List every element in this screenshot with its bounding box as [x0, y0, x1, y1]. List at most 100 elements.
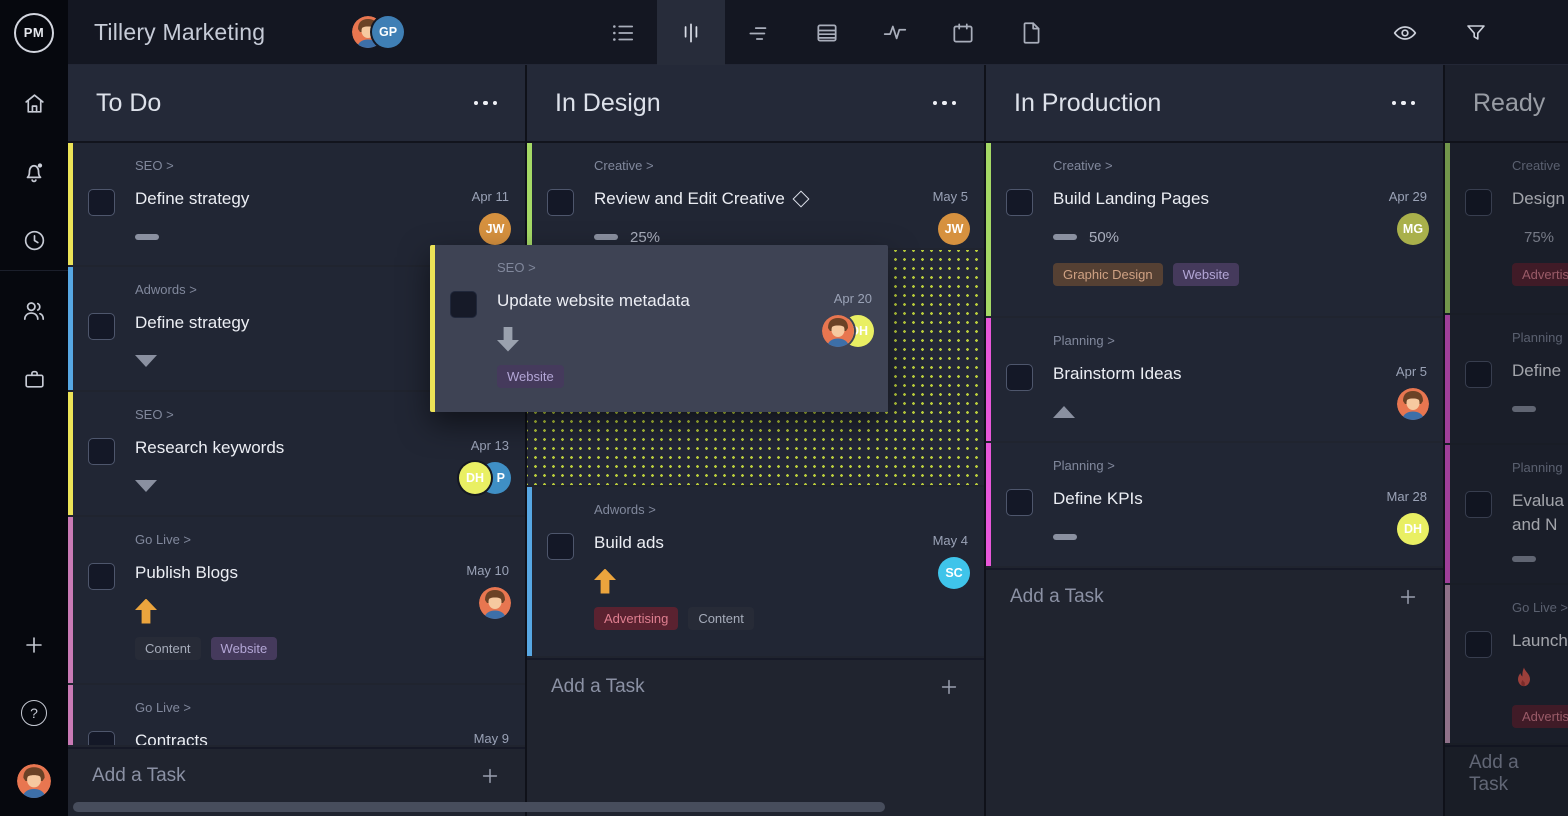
left-sidebar: ? [0, 65, 68, 816]
task-checkbox[interactable] [88, 438, 115, 465]
sidebar-item-profile[interactable] [0, 761, 68, 801]
sidebar-divider [0, 270, 68, 271]
task-assignees: DH P [459, 462, 511, 494]
task-breadcrumb[interactable]: Creative > [594, 158, 968, 173]
add-task-button[interactable]: Add a Task [1445, 745, 1568, 800]
tab-gantt-view[interactable] [725, 0, 793, 65]
app-window: PM Tillery Marketing GP [0, 0, 1568, 816]
task-card[interactable]: Planning > Brainstorm Ideas Apr 5 [986, 318, 1443, 441]
tag: Website [497, 365, 564, 388]
horizontal-scrollbar-thumb[interactable] [73, 802, 885, 812]
column-header: Ready [1445, 65, 1568, 143]
task-breadcrumb[interactable]: SEO > [497, 260, 872, 275]
task-card[interactable]: Planning > Define KPIs Mar 28 DH [986, 443, 1443, 566]
avatar-photo [1397, 388, 1429, 420]
task-checkbox[interactable] [1006, 364, 1033, 391]
tab-files-view[interactable] [997, 0, 1065, 65]
task-breadcrumb[interactable]: Creative > [1053, 158, 1427, 173]
progress-dash-icon [135, 234, 159, 240]
task-due-date: May 9 [474, 731, 509, 745]
sidebar-item-time[interactable] [0, 220, 68, 260]
milestone-diamond-icon [792, 191, 809, 208]
task-checkbox[interactable] [1465, 361, 1492, 388]
task-breadcrumb[interactable]: Planning [1512, 330, 1552, 345]
task-checkbox[interactable] [1465, 631, 1492, 658]
sidebar-item-help[interactable]: ? [0, 693, 68, 733]
task-checkbox[interactable] [88, 731, 115, 745]
task-checkbox[interactable] [1465, 189, 1492, 216]
task-breadcrumb[interactable]: Go Live > [1512, 600, 1552, 615]
task-card[interactable]: Adwords > Build ads Advertising Content … [527, 487, 984, 656]
sidebar-item-home[interactable] [0, 83, 68, 123]
add-task-button[interactable]: Add a Task [527, 658, 984, 713]
task-breadcrumb[interactable]: SEO > [135, 158, 509, 173]
task-due-date: Mar 28 [1387, 489, 1427, 504]
progress-dash-icon [1053, 234, 1077, 240]
plus-icon [479, 765, 501, 787]
task-title: Brainstorm Ideas [1053, 362, 1182, 386]
task-breadcrumb[interactable]: Planning > [1053, 333, 1427, 348]
task-breadcrumb[interactable]: Adwords > [594, 502, 968, 517]
column-menu-button[interactable] [474, 101, 498, 106]
app-logo[interactable]: PM [0, 0, 68, 65]
task-breadcrumb[interactable]: Go Live > [135, 532, 509, 547]
filter-funnel-icon [1464, 21, 1488, 45]
task-checkbox[interactable] [1006, 489, 1033, 516]
column-header: In Production [986, 65, 1443, 143]
sidebar-item-notifications[interactable] [0, 152, 68, 192]
task-card[interactable]: Creative Design 75% Advertis [1445, 143, 1568, 313]
dragged-task-card[interactable]: SEO > Update website metadata Website Ap… [430, 245, 888, 412]
sidebar-item-portfolio[interactable] [0, 359, 68, 399]
column-menu-button[interactable] [1392, 101, 1416, 106]
tab-list-view[interactable] [589, 0, 657, 65]
task-checkbox[interactable] [1465, 491, 1492, 518]
add-task-button[interactable]: Add a Task [68, 747, 525, 802]
task-title: Define [1512, 359, 1561, 383]
add-task-button[interactable]: Add a Task [986, 568, 1443, 623]
task-due-date: Apr 11 [472, 189, 509, 204]
project-title: Tillery Marketing [94, 0, 265, 65]
task-breadcrumb[interactable]: Planning [1512, 460, 1552, 475]
task-card[interactable]: Planning Evalua and N [1445, 445, 1568, 583]
task-due-date: Apr 13 [471, 438, 509, 453]
tab-calendar-view[interactable] [929, 0, 997, 65]
priority-medium-icon [1053, 406, 1075, 418]
task-card[interactable]: Planning Define [1445, 315, 1568, 443]
task-checkbox[interactable] [1006, 189, 1033, 216]
task-card[interactable]: Go Live > Contracts May 9 [68, 685, 525, 745]
task-card[interactable]: Creative > Review and Edit Creative 25% … [527, 143, 984, 248]
list-view-icon [610, 20, 636, 46]
visibility-button[interactable] [1392, 20, 1418, 46]
task-assignees: JW [479, 213, 511, 245]
column-header: In Design [527, 65, 984, 143]
priority-low-icon [135, 355, 157, 367]
task-card[interactable]: Creative > Build Landing Pages 50% Graph… [986, 143, 1443, 316]
sidebar-item-add[interactable] [0, 625, 68, 665]
task-breadcrumb[interactable]: Planning > [1053, 458, 1427, 473]
sidebar-item-team[interactable] [0, 291, 68, 331]
task-checkbox[interactable] [88, 189, 115, 216]
filter-button[interactable] [1464, 21, 1488, 45]
tab-activity-view[interactable] [861, 0, 929, 65]
task-checkbox[interactable] [450, 291, 477, 318]
task-checkbox[interactable] [547, 533, 574, 560]
task-card[interactable]: Go Live > Publish Blogs Content Website … [68, 517, 525, 683]
task-breadcrumb[interactable]: Go Live > [135, 700, 509, 715]
task-breadcrumb[interactable]: Creative [1512, 158, 1552, 173]
task-checkbox[interactable] [88, 313, 115, 340]
tab-sheet-view[interactable] [793, 0, 861, 65]
project-members[interactable]: GP [352, 16, 404, 48]
task-title: Launch [1512, 629, 1568, 653]
add-task-label: Add a Task [1469, 752, 1544, 796]
task-checkbox[interactable] [88, 563, 115, 590]
add-task-label: Add a Task [92, 765, 186, 787]
column-in-production: In Production Creative > Build Landing P… [986, 65, 1445, 816]
tag: Advertis [1512, 263, 1568, 286]
column-menu-button[interactable] [933, 101, 957, 106]
progress-dash-icon [1053, 534, 1077, 540]
progress-dash-icon [1512, 556, 1536, 562]
task-checkbox[interactable] [547, 189, 574, 216]
tab-board-view[interactable] [657, 0, 725, 65]
task-card[interactable]: Go Live > Launch Advertis [1445, 585, 1568, 743]
calendar-view-icon [950, 20, 976, 46]
